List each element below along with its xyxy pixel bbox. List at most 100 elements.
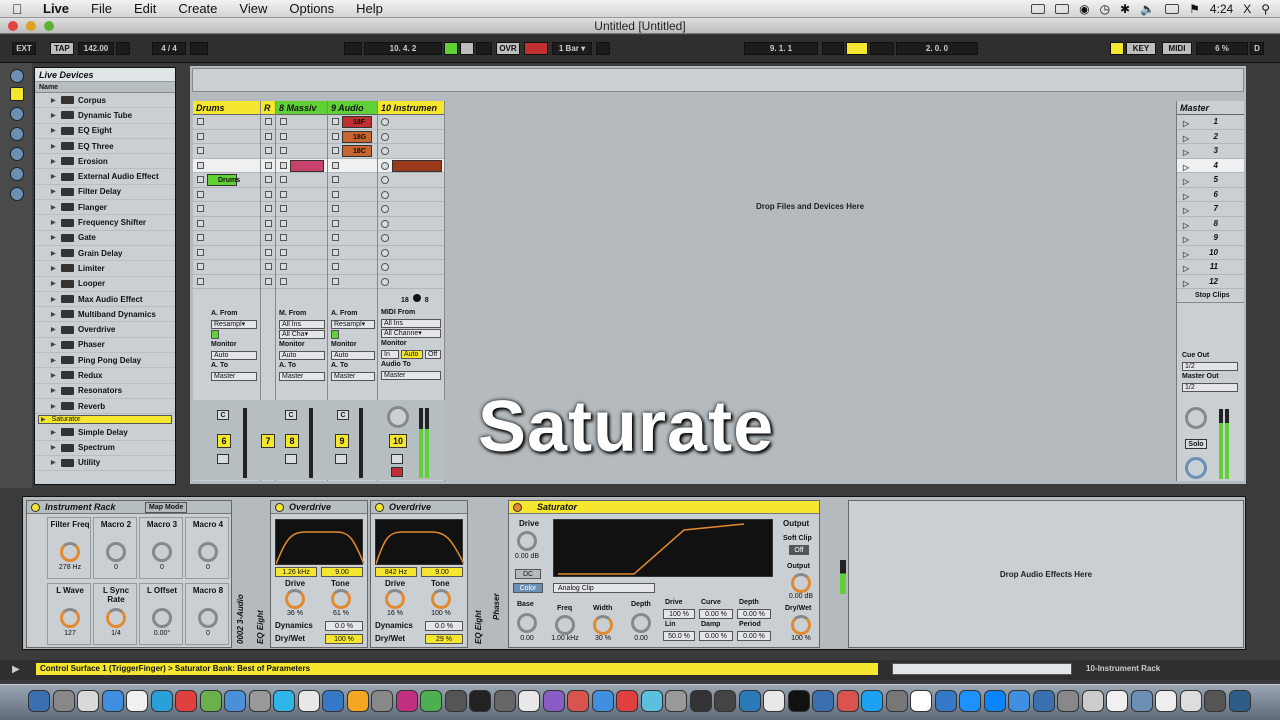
expand-arrow-icon[interactable]: ▶ [51,429,59,436]
clip-slot[interactable] [261,246,275,260]
browser-item[interactable]: ▶ Frequency Shifter [35,215,175,231]
close-window-icon[interactable] [8,21,18,31]
stop-slot-icon[interactable] [280,248,287,256]
menu-live[interactable]: Live [32,1,80,16]
dock-app-icon[interactable] [1032,690,1055,712]
ws-curve-value[interactable]: 0.00 % [699,609,733,619]
stop-slot-icon[interactable] [332,147,339,154]
clip-slot[interactable] [328,246,377,260]
ws-period-value[interactable]: 0.00 % [737,631,771,641]
dock-app-icon[interactable] [175,690,197,712]
rack-title[interactable]: Instrument Rack [45,502,116,512]
apple-menu-icon[interactable]:  [12,1,32,17]
rack-power-icon[interactable] [31,503,40,512]
dock-app-icon[interactable] [665,690,687,712]
clip-slot[interactable] [276,275,327,289]
monitor-select-massive[interactable]: Auto [279,351,325,360]
expand-arrow-icon[interactable]: ▶ [51,250,59,257]
track-activator-8[interactable]: 8 [285,434,299,448]
dock-app-icon[interactable] [248,690,271,712]
browser-item[interactable]: ▶ Erosion [35,154,175,170]
stop-slot-icon[interactable] [332,161,339,169]
punch-out-icon[interactable] [870,42,894,55]
stop-slot-icon[interactable] [265,263,272,270]
track-title-r[interactable]: R [261,101,275,115]
clip-slot[interactable] [378,130,444,144]
clip-slot[interactable] [261,130,275,144]
clip-slot[interactable] [378,231,444,246]
expand-arrow-icon[interactable]: ▶ [51,444,59,451]
track-activator-10[interactable]: 10 [389,434,407,448]
clip[interactable] [392,159,442,172]
monitor-select-drums[interactable]: Auto [211,351,257,360]
scene-launch[interactable]: ▷ 12 [1177,275,1244,289]
record-slot-icon[interactable] [381,219,389,228]
dock-app-icon[interactable] [52,690,75,712]
overdrive-2-drywet[interactable]: 29 % [425,634,463,644]
clip-slot[interactable] [328,260,377,275]
stop-slot-icon[interactable] [265,190,272,198]
stop-button[interactable] [460,42,474,55]
key-map-button[interactable]: KEY [1126,42,1156,55]
macro-knob[interactable] [106,542,126,562]
clip-slot[interactable] [328,275,377,289]
time-machine-icon[interactable]: ◷ [1100,2,1110,16]
clip-slot[interactable] [378,246,444,260]
overdrive-2-filter-graph[interactable] [375,519,465,565]
browser-item[interactable]: ▶ Simple Delay [35,425,175,441]
saturator-color-button[interactable]: Color [513,583,543,593]
dock-app-icon[interactable] [812,690,834,712]
scene-launch[interactable]: ▷ 6 [1177,188,1244,202]
zoom-window-icon[interactable] [44,21,54,31]
clip-slot[interactable] [276,130,327,144]
browser-item[interactable]: ▶ Utility [35,456,175,472]
browser-item[interactable]: ▶ Spectrum [35,441,175,456]
dock-app-icon[interactable] [493,690,516,712]
track-title-audio[interactable]: 9 Audio [328,101,377,115]
clip[interactable] [290,159,324,172]
dock-app-icon[interactable] [224,690,246,712]
browser-name-column[interactable]: Name [35,82,175,93]
record-slot-icon[interactable] [381,263,389,271]
stop-slot-icon[interactable] [265,248,272,256]
menu-file[interactable]: File [80,1,123,16]
stop-slot-icon[interactable] [265,277,272,285]
overdrive-2-drive-knob[interactable] [385,589,405,609]
clip-slot[interactable] [328,188,377,202]
stop-slot-icon[interactable] [332,205,339,212]
stop-slot-icon[interactable] [280,176,287,183]
clip-slot[interactable] [276,217,327,231]
clip-slot[interactable] [378,260,444,275]
saturator-width-knob[interactable] [593,615,613,635]
menu-options[interactable]: Options [278,1,345,16]
expand-arrow-icon[interactable]: ▶ [51,341,59,348]
solo-button-6[interactable] [217,454,229,464]
dock-app-icon[interactable] [1106,690,1128,712]
saturator-drive-knob[interactable] [517,531,537,551]
clip-slot[interactable] [378,188,444,202]
clip-slot[interactable] [328,231,377,246]
clip-slot[interactable] [193,144,260,159]
stop-slot-icon[interactable] [332,219,339,227]
plugin-devices-icon[interactable] [10,87,24,101]
clip-slot[interactable]: 18F [328,115,377,130]
volume-icon[interactable]: 🔈 [1140,2,1155,16]
output-select-instrument[interactable]: Master [381,371,441,380]
dock-app-icon[interactable] [199,690,222,712]
clip-slot[interactable] [328,173,377,188]
record-slot-icon[interactable] [381,190,389,199]
track-title-instrument[interactable]: 10 Instrumen [378,101,444,115]
stop-slot-icon[interactable] [197,176,204,183]
scene-launch[interactable]: ▷ 3 [1177,144,1244,159]
wifi-icon[interactable]: ◉ [1079,2,1089,16]
browser-item[interactable]: ▶ Saturator [38,415,172,425]
expand-arrow-icon[interactable]: ▶ [51,265,59,272]
clip-slot[interactable] [276,144,327,159]
midi-map-button[interactable]: MIDI [1162,42,1192,55]
scene-launch[interactable]: ▷ 5 [1177,173,1244,188]
record-slot-icon[interactable] [381,248,389,257]
record-slot-icon[interactable] [381,161,389,170]
scene-launch[interactable]: ▷ 4 [1177,158,1244,173]
scene-launch[interactable]: ▷ 11 [1177,260,1244,275]
clip-slot[interactable] [193,217,260,231]
